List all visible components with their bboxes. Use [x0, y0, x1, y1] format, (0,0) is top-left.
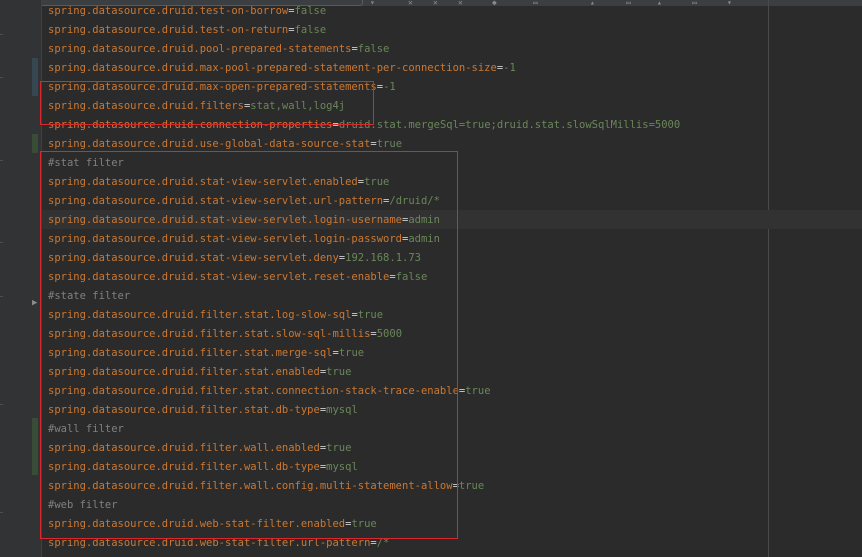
comment-text: #wall filter	[48, 423, 124, 435]
property-key: spring.datasource.druid.web-stat-filter.…	[48, 518, 346, 530]
property-value: /druid/*	[389, 195, 440, 207]
property-line[interactable]: spring.datasource.druid.filter.wall.conf…	[48, 477, 862, 496]
property-line[interactable]: spring.datasource.druid.filter.wall.enab…	[48, 439, 862, 458]
property-line[interactable]: spring.datasource.druid.max-open-prepare…	[48, 78, 862, 97]
property-value: mysql	[326, 461, 358, 473]
comment-text: #web filter	[48, 499, 118, 511]
property-line[interactable]: spring.datasource.druid.stat-view-servle…	[48, 230, 862, 249]
property-key: spring.datasource.druid.max-open-prepare…	[48, 81, 377, 93]
property-key: spring.datasource.druid.connection-prope…	[48, 119, 333, 131]
property-value: stat,wall,log4j	[250, 100, 346, 112]
property-value: true	[465, 385, 491, 397]
comment-line[interactable]: #wall filter	[48, 420, 862, 439]
property-line[interactable]: spring.datasource.druid.filter.wall.db-t…	[48, 458, 862, 477]
gutter-mark	[0, 296, 3, 297]
property-key: spring.datasource.druid.filter.wall.conf…	[48, 480, 453, 492]
property-value: true	[326, 442, 352, 454]
property-key: spring.datasource.druid.stat-view-servle…	[48, 195, 384, 207]
line-gutter[interactable]: ▶	[0, 0, 42, 557]
property-value: /*	[376, 537, 390, 549]
property-value: true	[351, 518, 377, 530]
property-key: spring.datasource.druid.stat-view-servle…	[48, 214, 403, 226]
code-editor[interactable]: ▾ ✕ ✕ ✕ ◆ ▭ ▴ ▭ ▴ ▭ ▾ ▶ spring.datasourc…	[0, 0, 862, 557]
gutter-mark	[0, 242, 3, 243]
property-key: spring.datasource.druid.filter.wall.db-t…	[48, 461, 320, 473]
property-line[interactable]: spring.datasource.druid.stat-view-servle…	[48, 249, 862, 268]
property-key: spring.datasource.druid.filter.stat.merg…	[48, 347, 333, 359]
property-value: -1	[383, 81, 396, 93]
property-value: -1	[503, 62, 516, 74]
comment-text: #state filter	[48, 290, 131, 302]
property-value: false	[294, 24, 327, 36]
property-line[interactable]: spring.datasource.druid.filter.stat.db-t…	[48, 401, 862, 420]
property-value: true	[376, 138, 403, 150]
property-key: spring.datasource.druid.stat-view-servle…	[48, 252, 339, 264]
code-lines[interactable]: spring.datasource.druid.test-on-borrow=f…	[48, 2, 862, 553]
property-line[interactable]: spring.datasource.druid.stat-view-servle…	[48, 173, 862, 192]
change-marker-modified[interactable]	[32, 58, 38, 96]
gutter-mark	[0, 77, 3, 78]
property-key: spring.datasource.druid.test-on-return	[48, 24, 289, 36]
property-value: false	[395, 271, 428, 283]
property-line[interactable]: spring.datasource.druid.connection-prope…	[48, 116, 862, 135]
property-value: admin	[408, 214, 440, 226]
comment-line[interactable]: #web filter	[48, 496, 862, 515]
comment-line[interactable]: #stat filter	[48, 154, 862, 173]
property-value: true	[357, 309, 384, 321]
change-marker-added[interactable]	[32, 418, 38, 475]
property-line[interactable]: spring.datasource.druid.filter.stat.conn…	[48, 382, 862, 401]
property-key: spring.datasource.druid.filter.stat.conn…	[48, 385, 459, 397]
property-line[interactable]: spring.datasource.druid.filters=stat,wal…	[48, 97, 862, 116]
gutter-mark	[0, 404, 3, 405]
property-line[interactable]: spring.datasource.druid.test-on-borrow=f…	[48, 2, 862, 21]
property-value: true	[326, 366, 352, 378]
property-key: spring.datasource.druid.test-on-borrow	[48, 5, 289, 17]
gutter-mark	[0, 34, 3, 35]
property-value: admin	[408, 233, 440, 245]
property-value: 5000	[376, 328, 403, 340]
property-value: mysql	[326, 404, 358, 416]
property-key: spring.datasource.druid.stat-view-servle…	[48, 233, 403, 245]
property-key: spring.datasource.druid.filter.wall.enab…	[48, 442, 320, 454]
property-value: 192.168.1.73	[345, 252, 421, 264]
property-key: spring.datasource.druid.pool-prepared-st…	[48, 43, 352, 55]
gutter-mark	[0, 512, 3, 513]
property-key: spring.datasource.druid.use-global-data-…	[48, 138, 371, 150]
gutter-mark	[0, 160, 3, 161]
property-line[interactable]: spring.datasource.druid.stat-view-servle…	[48, 192, 862, 211]
property-value: true	[458, 480, 485, 492]
property-value: druid.stat.mergeSql=true;druid.stat.slow…	[338, 119, 681, 131]
property-value: true	[338, 347, 365, 359]
property-key: spring.datasource.druid.stat-view-servle…	[48, 176, 358, 188]
property-line[interactable]: spring.datasource.druid.test-on-return=f…	[48, 21, 862, 40]
property-key: spring.datasource.druid.filter.stat.db-t…	[48, 404, 320, 416]
property-key: spring.datasource.druid.filters	[48, 100, 244, 112]
property-line[interactable]: spring.datasource.druid.web-stat-filter.…	[48, 534, 862, 553]
property-value: false	[294, 5, 327, 17]
property-line[interactable]: spring.datasource.druid.use-global-data-…	[48, 135, 862, 154]
property-line[interactable]: spring.datasource.druid.filter.stat.merg…	[48, 344, 862, 363]
property-line[interactable]: spring.datasource.druid.max-pool-prepare…	[48, 59, 862, 78]
property-key: spring.datasource.druid.stat-view-servle…	[48, 271, 390, 283]
comment-text: #stat filter	[48, 157, 124, 169]
fold-arrow-icon[interactable]: ▶	[32, 298, 37, 308]
property-line[interactable]: spring.datasource.druid.filter.stat.slow…	[48, 325, 862, 344]
property-line[interactable]: spring.datasource.druid.stat-view-servle…	[48, 268, 862, 287]
property-key: spring.datasource.druid.filter.stat.enab…	[48, 366, 320, 378]
property-line[interactable]: spring.datasource.druid.stat-view-servle…	[48, 211, 862, 230]
property-line[interactable]: spring.datasource.druid.pool-prepared-st…	[48, 40, 862, 59]
property-key: spring.datasource.druid.max-pool-prepare…	[48, 62, 497, 74]
property-value: false	[357, 43, 390, 55]
comment-line[interactable]: #state filter	[48, 287, 862, 306]
property-key: spring.datasource.druid.filter.stat.slow…	[48, 328, 371, 340]
property-line[interactable]: spring.datasource.druid.filter.stat.enab…	[48, 363, 862, 382]
property-line[interactable]: spring.datasource.druid.filter.stat.log-…	[48, 306, 862, 325]
property-value: true	[364, 176, 390, 188]
change-marker-added[interactable]	[32, 134, 38, 153]
property-key: spring.datasource.druid.filter.stat.log-…	[48, 309, 352, 321]
property-line[interactable]: spring.datasource.druid.web-stat-filter.…	[48, 515, 862, 534]
property-key: spring.datasource.druid.web-stat-filter.…	[48, 537, 371, 549]
